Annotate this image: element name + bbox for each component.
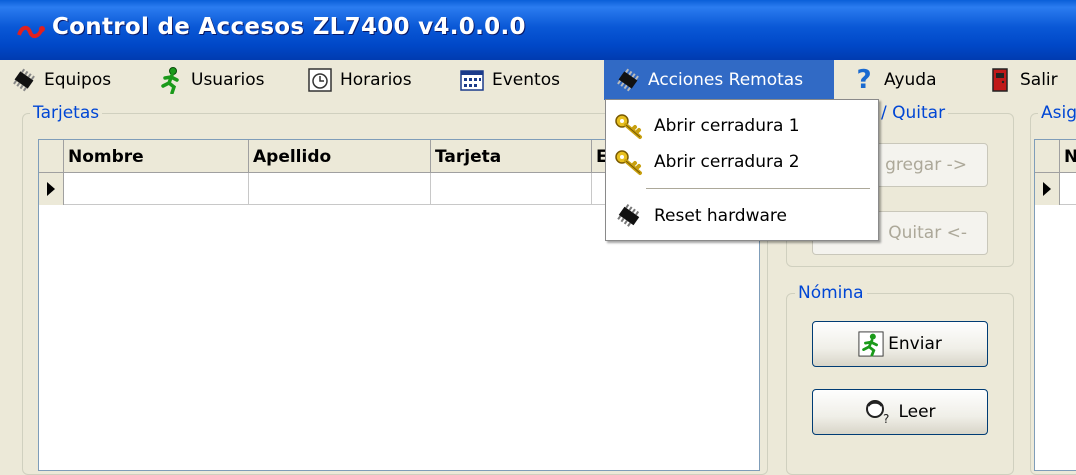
menu-salir[interactable]: Salir [986,60,1058,100]
chip-icon [617,204,640,227]
head-question-icon: ? [866,400,890,425]
nomina-label: Nómina [795,283,867,303]
quitar-button-label: Quitar <- [888,223,967,243]
menu-ayuda[interactable]: ? Ayuda [850,60,937,100]
help-icon: ? [856,65,872,95]
menu-item-abrir-cerradura-2-label: Abrir cerradura 2 [654,152,800,172]
menu-item-abrir-cerradura-2[interactable]: Abrir cerradura 2 [606,144,878,180]
table-cell[interactable] [64,173,249,205]
row-indicator[interactable] [1035,173,1060,205]
column-header-apellido[interactable]: Apellido [249,140,431,172]
agregar-quitar-label: / Quitar [878,103,949,123]
menu-eventos[interactable]: Eventos [458,60,560,100]
enviar-button-label: Enviar [888,334,942,354]
chip-icon [617,68,639,92]
asignadas-grid[interactable]: No [1034,139,1076,471]
menu-item-abrir-cerradura-1[interactable]: Abrir cerradura 1 [606,108,878,144]
menu-usuarios[interactable]: Usuarios [157,60,264,100]
table-cell[interactable] [249,173,431,205]
menu-item-reset-hardware[interactable]: Reset hardware [606,198,878,234]
leer-button[interactable]: ? Leer [812,389,988,435]
menu-acciones-remotas[interactable]: Acciones Remotas [604,60,834,100]
keys-icon [615,114,642,139]
menu-horarios-label: Horarios [340,70,412,90]
running-man-icon [161,67,179,94]
running-man-icon [858,331,884,357]
app-logo-icon [17,25,45,39]
agregar-button-label: gregar -> [885,155,967,175]
menu-eventos-label: Eventos [492,70,560,90]
menu-item-abrir-cerradura-1-label: Abrir cerradura 1 [654,116,800,136]
calendar-icon [460,70,484,91]
menu-bar: Equipos Usuarios Horarios Eventos Accion… [0,60,1076,100]
svg-text:?: ? [883,412,889,425]
menu-equipos-label: Equipos [44,70,112,90]
acciones-remotas-dropdown: Abrir cerradura 1 Abrir cerradura 2 Rese… [605,99,879,241]
column-header-tarjeta[interactable]: Tarjeta [431,140,592,172]
menu-item-reset-hardware-label: Reset hardware [654,206,787,226]
table-cell[interactable] [1060,173,1076,205]
door-exit-icon [992,68,1008,92]
menu-horarios[interactable]: Horarios [306,60,412,100]
menu-usuarios-label: Usuarios [191,70,265,90]
asignadas-label: Asig [1038,103,1076,123]
table-cell[interactable] [431,173,592,205]
menu-equipos[interactable]: Equipos [10,60,111,100]
title-bar[interactable]: Control de Accesos ZL7400 v4.0.0.0 [0,0,1076,60]
chip-icon [13,68,35,92]
row-pointer-icon [47,182,55,196]
row-indicator[interactable] [39,173,64,205]
column-header-no[interactable]: No [1060,140,1076,172]
leer-button-label: Leer [898,402,936,422]
column-header-nombre[interactable]: Nombre [64,140,249,172]
menu-separator [646,188,870,189]
tarjetas-label: Tarjetas [30,103,103,123]
window-title: Control de Accesos ZL7400 v4.0.0.0 [52,14,526,40]
row-pointer-icon [1043,182,1051,196]
enviar-button[interactable]: Enviar [812,321,988,367]
menu-salir-label: Salir [1020,70,1058,90]
menu-acciones-remotas-label: Acciones Remotas [648,70,804,90]
clock-icon [308,68,332,92]
keys-icon [615,150,642,175]
menu-ayuda-label: Ayuda [884,70,937,90]
